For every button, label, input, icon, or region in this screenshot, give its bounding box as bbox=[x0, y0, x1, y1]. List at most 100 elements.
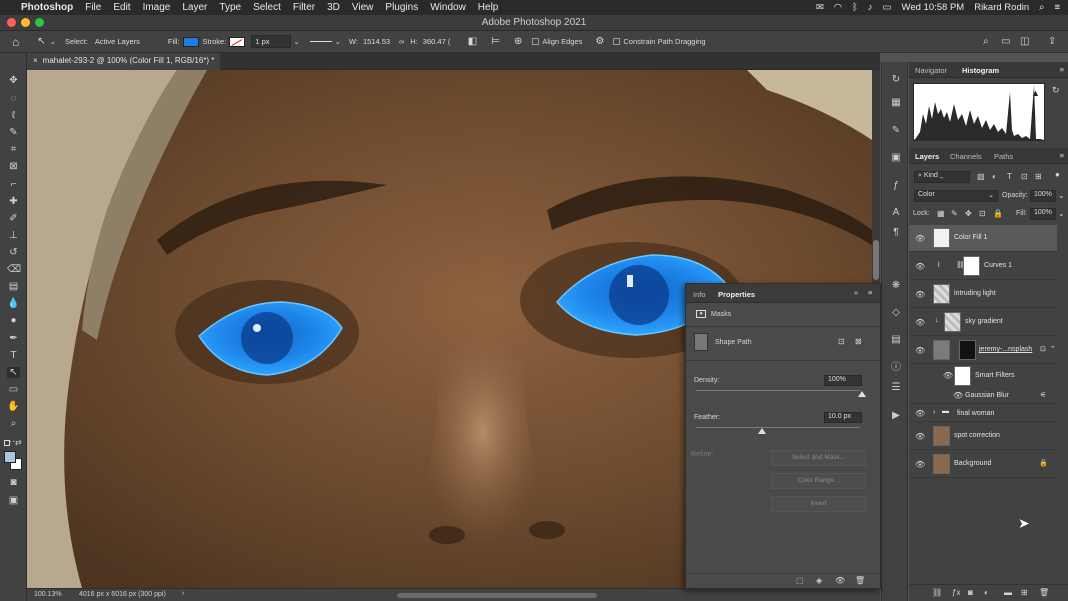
menu-window[interactable]: Window bbox=[430, 2, 466, 13]
select-and-mask-button[interactable]: Select and Mask... bbox=[771, 450, 866, 466]
layer-name[interactable]: jeremy-...nsplash bbox=[979, 346, 1032, 353]
rectangle-tool-icon[interactable]: ▭ bbox=[7, 384, 20, 395]
add-mask-icon[interactable]: ◙ bbox=[968, 588, 973, 597]
fill-chevron-icon[interactable]: ⌄ bbox=[1058, 209, 1065, 218]
horizontal-scroll-thumb[interactable] bbox=[397, 593, 597, 598]
zoom-level[interactable]: 100.13% bbox=[34, 591, 62, 598]
histogram-refresh-icon[interactable]: ↻ bbox=[1052, 85, 1060, 96]
move-tool-icon[interactable]: ✥ bbox=[7, 75, 20, 86]
styles-icon[interactable]: ❋ bbox=[890, 280, 902, 292]
fill-field[interactable]: 100% bbox=[1030, 208, 1056, 220]
lock-all-icon[interactable]: 🔒 bbox=[993, 209, 1003, 218]
visibility-eye-icon[interactable]: 👁 bbox=[915, 318, 925, 327]
smart-filters-row[interactable]: 👁 Smart Filters bbox=[909, 365, 1057, 388]
feather-slider-knob[interactable] bbox=[758, 428, 766, 434]
crop-tool-icon[interactable]: ⌗ bbox=[7, 144, 20, 155]
layer-name[interactable]: intruding light bbox=[954, 290, 996, 297]
pen-tool-icon[interactable]: ✒ bbox=[7, 333, 20, 344]
close-tab-icon[interactable]: × bbox=[33, 56, 38, 65]
stamp-tool-icon[interactable]: ⊥ bbox=[7, 230, 20, 241]
height-field[interactable]: 360.47 ( bbox=[419, 36, 454, 47]
blend-mode-dropdown[interactable]: Color ⌄ bbox=[914, 190, 998, 202]
zoom-tool-icon[interactable]: ⌕ bbox=[7, 418, 20, 429]
width-field[interactable]: 1514.53 bbox=[359, 36, 396, 47]
frame-icon[interactable]: ◫ bbox=[1020, 36, 1029, 47]
invert-button[interactable]: Invert bbox=[771, 496, 866, 512]
filter-shape-icon[interactable]: ⊡ bbox=[1021, 172, 1028, 181]
layer-mask-thumbnail[interactable] bbox=[959, 340, 976, 360]
mini-layers-icon[interactable]: ◇ bbox=[890, 307, 902, 319]
visibility-eye-icon[interactable]: 👁 bbox=[915, 346, 925, 355]
filter-mask-thumbnail[interactable] bbox=[954, 366, 971, 386]
filter-name[interactable]: Gaussian Blur bbox=[965, 392, 1009, 399]
path-select-tool-icon[interactable]: ↖ bbox=[37, 36, 45, 47]
visibility-eye-icon[interactable]: 👁 bbox=[915, 290, 925, 299]
wifi-icon[interactable]: ◠ bbox=[834, 2, 842, 13]
apply-mask-icon[interactable]: ⊠ bbox=[855, 337, 862, 346]
info-icon[interactable]: ⓘ bbox=[890, 362, 902, 374]
foreground-color-swatch[interactable] bbox=[4, 451, 16, 463]
visibility-eye-icon[interactable]: 👁 bbox=[915, 460, 925, 469]
visibility-eye-icon[interactable]: 👁 bbox=[915, 409, 925, 418]
battery-icon[interactable]: ▭ bbox=[883, 2, 892, 13]
marquee-tool-icon[interactable]: ◌ bbox=[7, 93, 20, 104]
layers-panel-menu-icon[interactable]: ≡ bbox=[1060, 151, 1064, 160]
swap-colors-icon[interactable]: ⇄ bbox=[15, 438, 22, 447]
link-layers-icon[interactable]: ⛓ bbox=[932, 588, 942, 597]
visibility-eye-icon[interactable]: 👁 bbox=[915, 432, 925, 441]
history-brush-icon[interactable]: ↺ bbox=[7, 247, 20, 258]
filter-adjust-icon[interactable]: ◐ bbox=[992, 172, 997, 181]
collapse-arrow-icon[interactable]: ⌃ bbox=[1050, 345, 1056, 353]
opacity-chevron-icon[interactable]: ⌄ bbox=[1058, 191, 1065, 200]
tool-preset-chevron-icon[interactable]: ⌄ bbox=[50, 37, 56, 46]
menu-3d[interactable]: 3D bbox=[327, 2, 340, 13]
filter-type-icon[interactable]: T bbox=[1007, 172, 1012, 181]
layer-row[interactable]: 👁 ↓ sky gradient bbox=[909, 309, 1057, 336]
blur-tool-icon[interactable]: 💧 bbox=[7, 298, 20, 309]
filter-pixel-icon[interactable]: ▧ bbox=[977, 172, 985, 181]
layer-name[interactable]: Curves 1 bbox=[984, 262, 1012, 269]
load-selection-icon[interactable]: ⬚ bbox=[796, 576, 804, 585]
path-operations-icon[interactable]: ◧ bbox=[468, 36, 477, 47]
menu-view[interactable]: View bbox=[352, 2, 374, 13]
collapse-panel-icon[interactable]: » bbox=[854, 288, 858, 297]
home-icon[interactable]: ⌂ bbox=[12, 35, 19, 49]
layer-name[interactable]: Background bbox=[954, 460, 991, 467]
brushes-icon[interactable]: ✎ bbox=[890, 125, 902, 137]
history-icon[interactable]: ↻ bbox=[890, 74, 902, 86]
frame-tool-icon[interactable]: ⊠ bbox=[7, 161, 20, 172]
color-range-button[interactable]: Color Range... bbox=[771, 473, 866, 489]
panel-menu-icon[interactable]: ≡ bbox=[1060, 65, 1064, 74]
menu-filter[interactable]: Filter bbox=[293, 2, 315, 13]
feather-field[interactable]: 10.0 px bbox=[824, 412, 862, 423]
tab-layers[interactable]: Layers bbox=[915, 152, 939, 161]
default-colors-icon[interactable] bbox=[4, 440, 10, 446]
properties-icon[interactable]: ☰ bbox=[890, 382, 902, 394]
density-field[interactable]: 100% bbox=[824, 375, 862, 386]
density-slider-knob[interactable] bbox=[858, 391, 866, 397]
bluetooth-icon[interactable]: ᛒ bbox=[852, 2, 858, 13]
paragraph-icon[interactable]: ¶ bbox=[890, 227, 902, 239]
search-icon[interactable]: ⌕ bbox=[1039, 2, 1044, 13]
layer-filter-dropdown[interactable]: ⌕ Kind ⌄ bbox=[914, 171, 970, 183]
status-menu-icon[interactable]: ✉ bbox=[816, 2, 824, 13]
properties-menu-icon[interactable]: ≡ bbox=[868, 288, 872, 297]
stroke-swatch[interactable] bbox=[229, 36, 246, 47]
delete-layer-icon[interactable]: 🗑 bbox=[1039, 588, 1049, 597]
healing-tool-icon[interactable]: ✚ bbox=[7, 196, 20, 207]
menu-edit[interactable]: Edit bbox=[113, 2, 130, 13]
fx-icon[interactable]: ƒx bbox=[952, 588, 960, 597]
opacity-field[interactable]: 100% bbox=[1030, 190, 1056, 202]
smart-filters-label[interactable]: Smart Filters bbox=[975, 372, 1015, 379]
group-name[interactable]: final woman bbox=[957, 410, 994, 417]
toggle-mask-visibility-icon[interactable]: 👁 bbox=[835, 576, 845, 585]
constrain-path-checkbox[interactable] bbox=[613, 38, 621, 45]
character-icon[interactable]: A bbox=[890, 207, 902, 219]
menu-file[interactable]: File bbox=[85, 2, 101, 13]
gear-icon[interactable]: ⚙ bbox=[595, 36, 604, 47]
new-layer-icon[interactable]: ⊞ bbox=[1021, 588, 1028, 597]
histogram-warning-icon[interactable]: ▲ bbox=[1031, 88, 1040, 98]
stroke-width-field[interactable]: 1 px bbox=[251, 35, 292, 48]
layer-row[interactable]: 👁 Color Fill 1 bbox=[909, 225, 1057, 252]
select-dropdown[interactable]: Active Layers bbox=[91, 36, 154, 47]
